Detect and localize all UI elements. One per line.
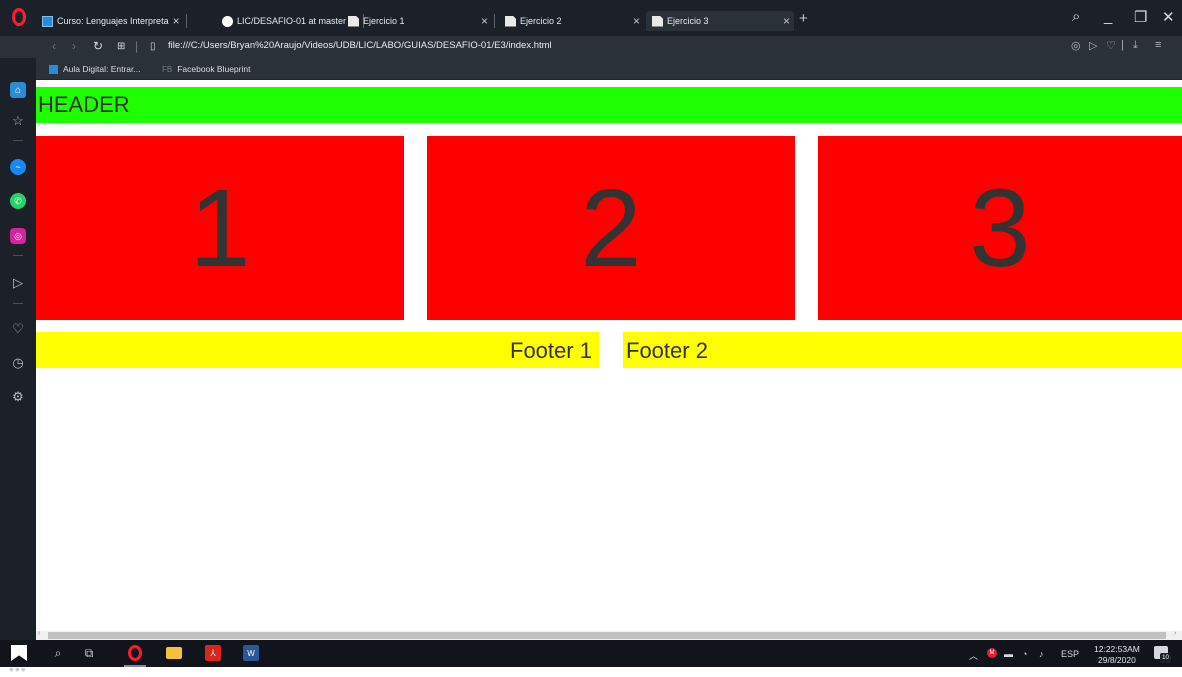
download-icon[interactable]: ⤓ — [1133, 39, 1138, 52]
tab-github-desafio[interactable]: LIC/DESAFIO-01 at master × — [222, 11, 365, 31]
aula-digital-icon — [49, 64, 58, 74]
box-2: 2 — [427, 136, 795, 320]
divider: | — [135, 39, 139, 53]
browser-title-bar: Curso: Lenguajes Interpreta × LIC/DESAFI… — [0, 0, 1182, 36]
heart-icon[interactable]: ♡ — [1106, 39, 1116, 52]
tab-close-icon[interactable]: × — [629, 11, 640, 31]
acrobat-icon[interactable]: ⅄ — [205, 645, 221, 661]
tab-title: Curso: Lenguajes Interpreta — [57, 16, 169, 26]
bookmark-label: Facebook Blueprint — [177, 64, 251, 74]
restore-icon[interactable]: ❐ — [1134, 8, 1147, 26]
divider — [13, 303, 23, 304]
player-icon[interactable]: ▷ — [10, 275, 26, 291]
tab-separator — [494, 14, 496, 28]
document-icon — [505, 15, 516, 27]
footer-2: Footer 2 — [626, 338, 708, 363]
back-icon[interactable]: ‹ — [52, 39, 56, 53]
scrollbar-thumb[interactable] — [48, 632, 1166, 639]
reload-icon[interactable]: ↻ — [93, 39, 103, 53]
whatsapp-icon[interactable]: ✆ — [10, 193, 26, 209]
page-info-icon[interactable]: ▯ — [150, 41, 156, 52]
word-icon[interactable]: W — [243, 645, 259, 661]
file-explorer-icon[interactable] — [166, 647, 182, 659]
page-header: HEADER — [36, 87, 1182, 123]
snapshot-icon[interactable]: ◎ — [1071, 39, 1081, 52]
scroll-left-icon[interactable]: ‹ — [38, 630, 40, 637]
tab-separator — [185, 14, 187, 28]
page-viewport: HEADER 1 2 3 Footer 1 Footer 2 — [36, 87, 1182, 631]
wifi-icon[interactable]: ◔ — [1022, 649, 1027, 659]
heart-icon[interactable]: ♡ — [10, 321, 26, 337]
bookmark-prefix: FB — [162, 64, 173, 74]
url-field[interactable]: file:///C:/Users/Bryan%20Araujo/Videos/U… — [168, 40, 552, 51]
instagram-icon[interactable]: ◎ — [10, 228, 26, 244]
volume-icon[interactable]: ♪ — [1039, 649, 1044, 659]
divider — [13, 255, 23, 256]
tab-curso-lenguajes[interactable]: Curso: Lenguajes Interpreta × — [42, 11, 187, 31]
aula-digital-icon — [42, 15, 53, 27]
settings-gear-icon[interactable]: ⚙ — [10, 389, 26, 405]
antivirus-tray-icon[interactable]: M — [987, 648, 997, 658]
new-tab-button[interactable]: + — [799, 10, 808, 27]
search-icon[interactable]: ⌕ — [50, 645, 66, 661]
notification-count: 10 — [1160, 653, 1171, 663]
bookmark-label: Aula Digital: Entrar... — [63, 64, 141, 74]
document-icon — [348, 15, 359, 27]
windows-taskbar: ⌕ ⧉ ⅄ W ︿ M ▬ ◔ ♪ ESP 12:22:53AM 29/8/20… — [0, 640, 1182, 667]
tab-ejercicio-1[interactable]: Ejercicio 1 — [348, 11, 405, 31]
close-window-icon[interactable]: ✕ — [1162, 8, 1175, 26]
address-bar: ‹ › ↻ ⊞ | ▯ file:///C:/Users/Bryan%20Ara… — [0, 36, 1182, 58]
footer-1: Footer 1 — [510, 338, 592, 363]
tab-ejercicio-3[interactable]: Ejercicio 3 × — [646, 11, 794, 31]
start-icon[interactable] — [11, 645, 27, 661]
search-tabs-icon[interactable]: ⌕ — [1072, 8, 1080, 25]
system-clock[interactable]: 12:22:53AM 29/8/2020 — [1094, 644, 1140, 666]
messenger-icon[interactable]: ~ — [10, 159, 26, 175]
opera-taskbar-icon[interactable] — [128, 645, 142, 661]
tab-title: LIC/DESAFIO-01 at master — [237, 16, 347, 26]
bookmarks-bar: Aula Digital: Entrar... FB Facebook Blue… — [0, 58, 1182, 80]
footer-gap — [599, 332, 623, 368]
bookmark-facebook-blueprint[interactable]: FB Facebook Blueprint — [162, 64, 250, 74]
bookmark-aula-digital[interactable]: Aula Digital: Entrar... — [49, 64, 140, 74]
send-icon[interactable]: ▷ — [1089, 39, 1097, 52]
history-icon[interactable]: ◷ — [10, 355, 26, 371]
home-icon[interactable]: ⌂ — [10, 82, 26, 98]
language-indicator[interactable]: ESP — [1061, 649, 1079, 659]
tab-close-icon[interactable]: × — [783, 14, 790, 28]
document-icon — [652, 15, 663, 27]
speed-dial-icon[interactable]: ⊞ — [117, 41, 125, 52]
tab-title: Ejercicio 1 — [363, 16, 405, 26]
star-icon[interactable]: ☆ — [10, 113, 26, 129]
task-view-icon[interactable]: ⧉ — [81, 645, 97, 661]
box-1: 1 — [36, 136, 404, 320]
clock-date: 29/8/2020 — [1098, 655, 1136, 665]
divider — [13, 140, 23, 141]
tab-close-icon[interactable]: × — [173, 14, 180, 28]
box-3: 3 — [818, 136, 1182, 320]
horizontal-scrollbar[interactable]: ‹ › — [36, 630, 1182, 640]
scroll-right-icon[interactable]: › — [1174, 630, 1176, 637]
easy-setup-icon[interactable]: ≡ — [1155, 39, 1161, 51]
tab-close-icon[interactable]: × — [477, 11, 496, 31]
show-hidden-icons-icon[interactable]: ︿ — [969, 649, 978, 662]
minimize-icon[interactable]: _ — [1104, 8, 1112, 25]
github-icon — [222, 15, 233, 27]
tab-title: Ejercicio 3 — [667, 16, 709, 26]
battery-icon[interactable]: ▬ — [1004, 649, 1013, 659]
forward-icon[interactable]: › — [72, 39, 76, 53]
opera-sidebar: ⌂ ☆ ~ ✆ ◎ ▷ ♡ ◷ ⚙ ••• — [0, 58, 36, 677]
divider: | — [1121, 39, 1124, 51]
opera-menu-icon[interactable] — [12, 8, 26, 26]
tab-title: Ejercicio 2 — [520, 16, 562, 26]
clock-time: 12:22:53AM — [1094, 644, 1140, 654]
tab-ejercicio-2[interactable]: Ejercicio 2 — [505, 11, 562, 31]
